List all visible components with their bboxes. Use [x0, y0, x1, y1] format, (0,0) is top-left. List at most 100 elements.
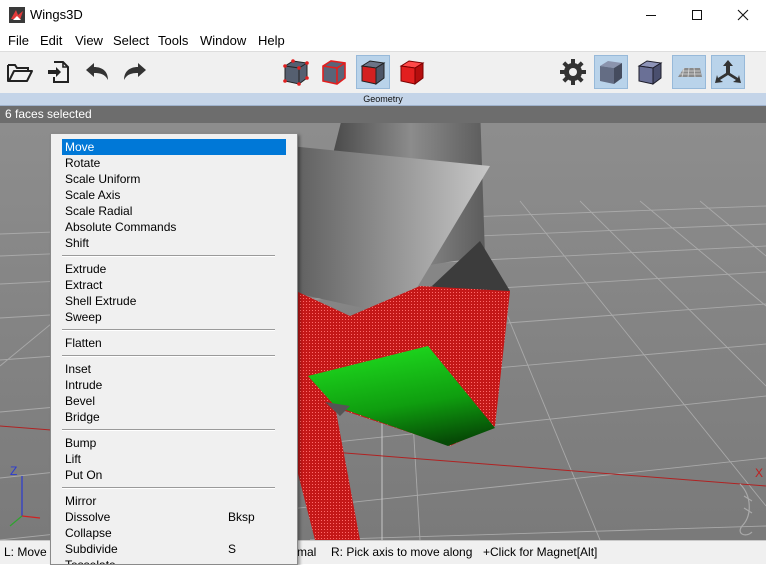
menu-tools[interactable]: Tools	[158, 33, 188, 48]
close-button[interactable]	[720, 0, 766, 30]
menu-item-label: Dissolve	[65, 510, 111, 524]
menu-item-shortcut: S	[228, 542, 237, 556]
menu-file[interactable]: File	[8, 33, 29, 48]
menu-item-scale-uniform[interactable]: Scale Uniform	[62, 171, 286, 187]
undo-button[interactable]	[80, 55, 114, 89]
open-button[interactable]	[3, 55, 37, 89]
vertex-mode-button[interactable]	[279, 55, 313, 89]
menu-item-label: Bump	[65, 436, 97, 450]
menu-item-extract[interactable]: Extract	[62, 277, 286, 293]
status-left-hint: L: Move a	[4, 545, 57, 559]
menu-item-rotate[interactable]: Rotate	[62, 155, 286, 171]
menu-item-label: Scale Axis	[65, 188, 121, 202]
smooth-shaded-icon	[600, 61, 622, 84]
menu-item-label: Put On	[65, 468, 103, 482]
body-mode-button[interactable]	[395, 55, 429, 89]
menu-item-flatten[interactable]: Flatten	[62, 335, 286, 351]
open-folder-icon	[7, 64, 33, 82]
menu-item-lift[interactable]: Lift	[62, 451, 286, 467]
undo-icon	[86, 63, 108, 80]
menu-item-subdivide[interactable]: Subdivide S	[62, 541, 286, 557]
menu-item-bump[interactable]: Bump	[62, 435, 286, 451]
z-axis-label: Z	[10, 464, 18, 478]
menu-item-label: Move	[65, 140, 95, 154]
face-mode-icon	[360, 60, 386, 85]
menu-item-label: Inset	[65, 362, 92, 376]
menu-item-label: Extract	[65, 278, 103, 292]
menu-item-label: Bridge	[65, 410, 100, 424]
minimize-icon	[646, 15, 656, 16]
menu-item-shift[interactable]: Shift	[62, 235, 286, 251]
geometry-window-tab[interactable]: Geometry	[0, 93, 766, 106]
menu-item-collapse[interactable]: Collapse	[62, 525, 286, 541]
menu-separator	[62, 329, 275, 331]
menu-separator	[62, 255, 275, 257]
status-middle-hint: mal	[297, 545, 317, 559]
menu-item-inset[interactable]: Inset	[62, 361, 286, 377]
wings3d-app-icon	[9, 7, 25, 23]
menu-item-label: Bevel	[65, 394, 96, 408]
menu-item-label: Scale Radial	[65, 204, 133, 218]
menu-item-label: Subdivide	[65, 542, 118, 556]
window-title: Wings3D	[30, 7, 83, 22]
body-mode-icon	[399, 60, 425, 85]
x-axis-label: X	[755, 466, 764, 480]
edge-mode-icon	[322, 60, 346, 85]
menu-item-label: Extrude	[65, 262, 107, 276]
smooth-shaded-button[interactable]	[594, 55, 628, 89]
maximize-icon	[692, 10, 702, 20]
vertex-mode-icon	[283, 59, 309, 86]
ground-plane-button[interactable]	[672, 55, 706, 89]
minimize-button[interactable]	[628, 0, 674, 30]
wireframe-cube-icon	[637, 60, 663, 85]
menu-item-extrude[interactable]: Extrude	[62, 261, 286, 277]
menu-view[interactable]: View	[75, 33, 103, 48]
menu-item-shell-extrude[interactable]: Shell Extrude	[62, 293, 286, 309]
edge-mode-button[interactable]	[317, 55, 351, 89]
face-context-menu: Move Rotate Scale Uniform Scale Axis Scale R…	[50, 133, 298, 565]
import-button[interactable]	[41, 55, 75, 89]
menu-item-label: Collapse	[65, 526, 112, 540]
maximize-button[interactable]	[674, 0, 720, 30]
menu-item-scale-radial[interactable]: Scale Radial	[62, 203, 286, 219]
menu-item-mirror[interactable]: Mirror	[62, 493, 286, 509]
title-bar: Wings3D	[0, 0, 766, 30]
status-right-hint: R: Pick axis to move along	[331, 545, 473, 559]
menu-item-label: Mirror	[65, 494, 97, 508]
menu-help[interactable]: Help	[258, 33, 285, 48]
menu-separator	[62, 429, 275, 431]
menu-edit[interactable]: Edit	[40, 33, 62, 48]
menu-item-label: Tesselate	[65, 558, 116, 565]
menu-item-intrude[interactable]: Intrude	[62, 377, 286, 393]
menu-separator	[62, 487, 275, 489]
menu-item-label: Lift	[65, 452, 82, 466]
menu-item-tesselate[interactable]: Tesselate	[62, 557, 286, 565]
menu-item-move[interactable]: Move	[62, 139, 286, 155]
face-mode-button[interactable]	[356, 55, 390, 89]
menu-item-label: Flatten	[65, 336, 102, 350]
wireframe-button[interactable]	[633, 55, 667, 89]
axes-button[interactable]	[711, 55, 745, 89]
menu-item-label: Intrude	[65, 378, 103, 392]
menu-item-shortcut: Bksp	[228, 510, 255, 524]
preferences-button[interactable]	[556, 55, 590, 89]
menu-item-label: Shift	[65, 236, 90, 250]
ground-plane-icon	[678, 67, 702, 78]
import-icon	[48, 61, 69, 83]
menu-item-bridge[interactable]: Bridge	[62, 409, 286, 425]
menu-item-absolute-commands[interactable]: Absolute Commands	[62, 219, 286, 235]
close-icon	[737, 9, 749, 21]
status-magnet-hint: +Click for Magnet[Alt]	[483, 545, 598, 559]
menu-select[interactable]: Select	[113, 33, 149, 48]
settings-gear-icon	[560, 59, 586, 85]
menu-item-dissolve[interactable]: Dissolve Bksp	[62, 509, 286, 525]
redo-button[interactable]	[118, 55, 152, 89]
menu-separator	[62, 355, 275, 357]
menu-item-label: Sweep	[65, 310, 102, 324]
menu-item-sweep[interactable]: Sweep	[62, 309, 286, 325]
menu-item-label: Absolute Commands	[65, 220, 177, 234]
menu-item-scale-axis[interactable]: Scale Axis	[62, 187, 286, 203]
menu-window[interactable]: Window	[200, 33, 246, 48]
menu-item-put-on[interactable]: Put On	[62, 467, 286, 483]
menu-item-bevel[interactable]: Bevel	[62, 393, 286, 409]
